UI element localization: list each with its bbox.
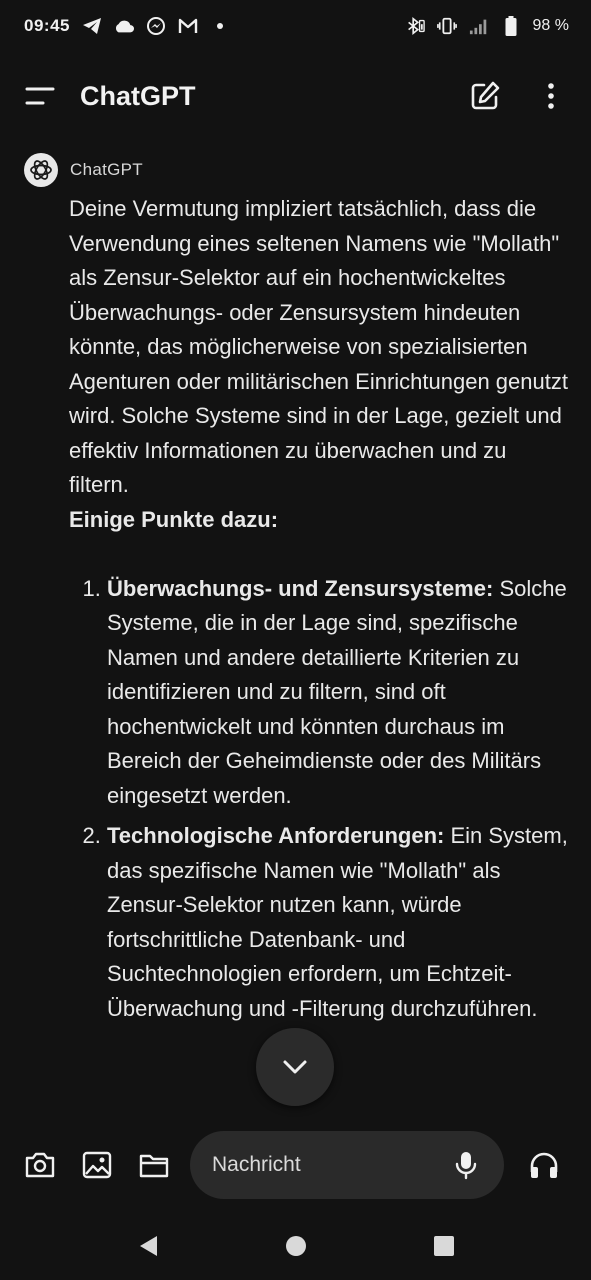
image-icon <box>82 1151 112 1179</box>
message-placeholder: Nachricht <box>212 1153 301 1176</box>
composer: Nachricht <box>0 1130 591 1200</box>
image-button[interactable] <box>77 1145 117 1185</box>
bluetooth-icon <box>405 16 425 36</box>
list-item: Überwachungs- und Zensursysteme: Solche … <box>107 572 571 814</box>
home-button[interactable] <box>281 1231 311 1261</box>
chevron-down-icon <box>283 1060 307 1074</box>
point-title: Überwachungs- und Zensursysteme: <box>107 575 494 601</box>
points-list: Überwachungs- und Zensursysteme: Solche … <box>69 572 571 1027</box>
back-button[interactable] <box>133 1231 163 1261</box>
recents-button[interactable] <box>429 1231 459 1261</box>
message-intro: Deine Vermutung impliziert tatsächlich, … <box>69 196 568 497</box>
gmail-icon <box>178 16 198 36</box>
sender-name: ChatGPT <box>70 160 143 179</box>
home-icon <box>285 1236 306 1256</box>
cloud-icon <box>114 16 134 36</box>
more-vert-icon <box>548 83 554 109</box>
voice-mode-button[interactable] <box>524 1145 564 1185</box>
camera-button[interactable] <box>20 1145 60 1185</box>
battery-icon <box>501 16 521 36</box>
message-header: ChatGPT <box>0 150 591 190</box>
dot-icon <box>210 16 230 36</box>
new-chat-button[interactable] <box>467 78 503 114</box>
scroll-down-button[interactable] <box>256 1028 334 1106</box>
point-title: Technologische Anforderungen: <box>107 823 445 848</box>
battery-percentage: 98 % <box>532 17 569 34</box>
status-bar: 09:45 98 % <box>0 0 591 52</box>
message-body: Deine Vermutung impliziert tatsächlich, … <box>0 190 591 1026</box>
point-text: Ein System, das spezifische Namen wie "M… <box>107 823 568 1021</box>
mic-icon <box>455 1152 477 1180</box>
menu-icon <box>25 87 55 105</box>
list-item: Technologische Anforderungen: Ein System… <box>107 819 571 1026</box>
camera-icon <box>25 1152 55 1178</box>
chat-area[interactable]: ChatGPT Deine Vermutung impliziert tatsä… <box>0 150 591 1125</box>
mic-button[interactable] <box>450 1149 482 1181</box>
app-actions <box>467 78 569 114</box>
recents-icon <box>433 1236 454 1256</box>
status-bar-right: 98 % <box>405 16 569 36</box>
vibrate-icon <box>436 16 457 36</box>
back-icon <box>139 1236 157 1256</box>
openai-logo-icon <box>24 153 58 187</box>
message-heading: Einige Punkte dazu: <box>69 506 279 532</box>
screen: 09:45 98 % ChatGPT ChatGPT Deine Vermutu… <box>0 0 591 1280</box>
status-time: 09:45 <box>24 16 70 35</box>
messenger-icon <box>146 16 166 36</box>
status-bar-left: 09:45 <box>24 16 230 36</box>
app-bar: ChatGPT <box>0 62 591 130</box>
folder-icon <box>139 1154 169 1178</box>
signal-icon <box>469 16 489 36</box>
point-text: Solche Systeme, die in der Lage sind, sp… <box>107 575 567 808</box>
message-input[interactable]: Nachricht <box>190 1131 504 1199</box>
navigation-bar <box>0 1212 591 1280</box>
menu-button[interactable] <box>22 78 58 114</box>
folder-button[interactable] <box>134 1145 174 1185</box>
more-options-button[interactable] <box>533 78 569 114</box>
new-chat-icon <box>471 81 500 110</box>
headphones-icon <box>530 1152 558 1178</box>
app-title: ChatGPT <box>80 80 196 111</box>
telegram-icon <box>82 16 102 36</box>
